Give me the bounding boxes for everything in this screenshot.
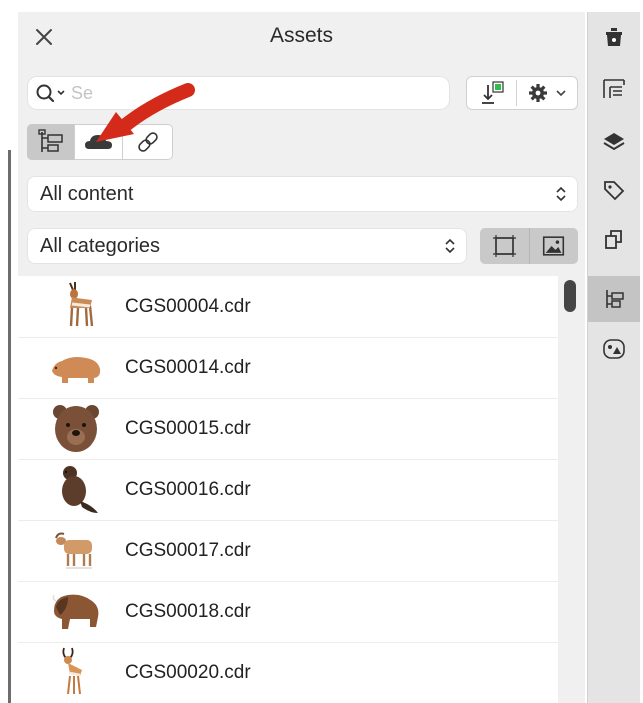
- source-tabs: [27, 124, 173, 160]
- panel-title: Assets: [269, 24, 334, 47]
- gazelle-icon: [62, 647, 82, 695]
- category-filter-select[interactable]: All categories: [27, 228, 467, 264]
- layers-icon: [603, 133, 625, 151]
- dock-tab-transform[interactable]: [588, 216, 640, 262]
- list-item[interactable]: CGS00014.cdr: [18, 337, 558, 399]
- window-edge: [8, 150, 11, 703]
- item-name: CGS00004.cdr: [125, 296, 251, 317]
- search-input[interactable]: Se: [27, 76, 450, 110]
- list-item[interactable]: CGS00020.cdr: [18, 642, 558, 703]
- image-icon: [542, 236, 565, 256]
- dock-tab-symbols[interactable]: [588, 326, 640, 372]
- item-name: CGS00016.cdr: [125, 479, 251, 500]
- hint-icon: [606, 28, 622, 46]
- transform-icon: [605, 230, 622, 249]
- list-item[interactable]: CGS00004.cdr: [18, 276, 558, 338]
- content-filter-select[interactable]: All content: [27, 176, 578, 212]
- view-thumbnail-button[interactable]: [529, 228, 578, 264]
- item-name: CGS00017.cdr: [125, 540, 251, 561]
- tab-cloud[interactable]: [75, 124, 123, 160]
- bison-icon: [52, 594, 99, 629]
- dock-tab-properties[interactable]: [588, 66, 640, 112]
- cloud-icon: [85, 135, 112, 149]
- docker-tab-strip: [587, 12, 640, 703]
- chevron-updown-icon: [556, 186, 566, 202]
- list-item[interactable]: CGS00018.cdr: [18, 581, 558, 643]
- tab-linked[interactable]: [123, 124, 173, 160]
- dock-tab-hints[interactable]: [588, 14, 640, 60]
- symbols-icon: [603, 339, 625, 359]
- assets-panel: Assets Se All content All categories CGS…: [18, 12, 585, 703]
- chevron-down-icon: [556, 90, 566, 97]
- folder-tree-icon: [38, 129, 63, 152]
- import-icon[interactable]: [476, 79, 508, 107]
- tab-local-folders[interactable]: [27, 124, 75, 160]
- list-item[interactable]: CGS00016.cdr: [18, 459, 558, 521]
- content-filter-value: All content: [40, 183, 134, 205]
- tag-icon: [604, 181, 625, 201]
- beaver-icon: [62, 466, 98, 513]
- chevron-updown-icon: [445, 238, 455, 254]
- goat-icon: [55, 532, 92, 569]
- category-filter-value: All categories: [40, 235, 161, 257]
- dock-tab-tags[interactable]: [588, 166, 640, 212]
- assets-icon: [606, 290, 624, 308]
- toolbar-button-group: [466, 76, 578, 110]
- item-name: CGS00014.cdr: [125, 357, 251, 378]
- dock-tab-layers[interactable]: [588, 118, 640, 164]
- dock-tab-assets[interactable]: [588, 276, 640, 322]
- button-divider: [516, 80, 517, 106]
- bear-icon: [52, 357, 101, 383]
- list-item[interactable]: CGS00015.cdr: [18, 398, 558, 460]
- assets-list: CGS00004.cdr CGS00014.cdr CGS00015.cdr C…: [18, 276, 558, 703]
- list-item[interactable]: CGS00017.cdr: [18, 520, 558, 582]
- gear-icon[interactable]: [524, 80, 574, 106]
- properties-icon: [603, 79, 625, 98]
- frame-icon: [493, 235, 516, 257]
- search-placeholder: Se: [71, 83, 94, 103]
- view-frame-button[interactable]: [480, 228, 529, 264]
- item-name: CGS00018.cdr: [125, 601, 251, 622]
- link-icon: [138, 132, 158, 152]
- panel-header: Assets: [18, 12, 585, 62]
- bear-face-icon: [53, 405, 99, 452]
- search-icon[interactable]: [35, 83, 71, 103]
- item-name: CGS00020.cdr: [125, 662, 251, 683]
- item-name: CGS00015.cdr: [125, 418, 251, 439]
- antelope-icon: [69, 282, 94, 327]
- list-scrollbar[interactable]: [564, 280, 576, 312]
- view-mode-toggle: [480, 228, 578, 264]
